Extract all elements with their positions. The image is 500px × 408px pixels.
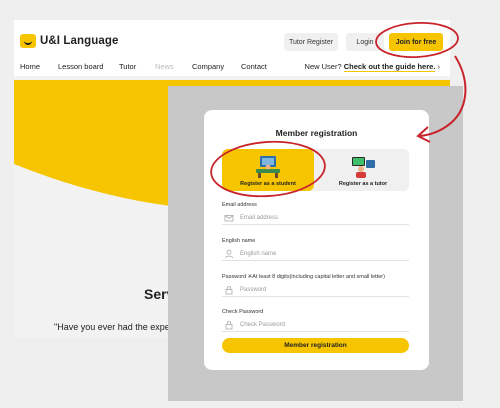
password-placeholder: Password [240,286,267,293]
check-password-placeholder: Check Password [240,321,286,328]
testimonial-quote: "Have you ever had the exper [54,322,173,332]
tab-tutor-label: Register as a tutor [338,181,388,187]
check-password-field[interactable]: Check Password [222,318,409,332]
tutor-register-button[interactable]: Tutor Register [284,33,338,51]
join-for-free-button[interactable]: Join for free [389,33,443,51]
guide-prefix: New User? [304,62,344,71]
tutor-illustration-icon [352,157,375,178]
nav-contact[interactable]: Contact [241,62,267,71]
role-tabs: Register as a student Register as a tuto… [222,149,409,191]
nav-company[interactable]: Company [192,62,224,71]
mail-icon [224,214,234,221]
english-name-field[interactable]: English name [222,247,409,261]
site-logo[interactable]: U&I Language [20,34,119,48]
english-name-placeholder: English name [240,250,277,257]
logo-text: U&I Language [40,35,119,47]
english-name-label: English name [222,238,256,244]
student-illustration-icon [256,156,280,178]
member-registration-button[interactable]: Member registration [222,338,409,353]
site-header: U&I Language Tutor Register Login Join f… [14,20,450,76]
modal-title: Member registration [275,128,358,138]
nav-tutor[interactable]: Tutor [119,62,136,71]
registration-modal: Member registration Register as a studen… [204,110,429,370]
tab-student-label: Register as a student [240,181,296,187]
guide-link[interactable]: New User? Check out the guide here. › [304,62,441,72]
check-password-label: Check Password [222,309,264,315]
main-nav: Home Lesson board Tutor News Company Con… [14,62,450,76]
password-field[interactable]: Password [222,283,409,297]
tab-register-tutor[interactable]: Register as a tutor [317,149,409,191]
lock-icon [225,320,233,329]
logo-icon [20,34,36,48]
guide-link-text[interactable]: Check out the guide here. [343,62,436,72]
nav-news[interactable]: News [155,62,174,71]
user-icon [225,249,233,258]
nav-lesson-board[interactable]: Lesson board [58,62,103,71]
nav-home[interactable]: Home [20,62,40,71]
lock-icon [225,285,233,294]
email-field[interactable]: Email address [222,211,409,225]
login-button[interactable]: Login [346,33,384,51]
email-label: Email address [222,202,257,208]
chevron-right-icon: › [437,62,441,71]
tab-register-student[interactable]: Register as a student [222,149,314,191]
password-label: Password ※At least 8 digits(including ca… [222,274,385,280]
email-placeholder: Email address [240,214,279,221]
